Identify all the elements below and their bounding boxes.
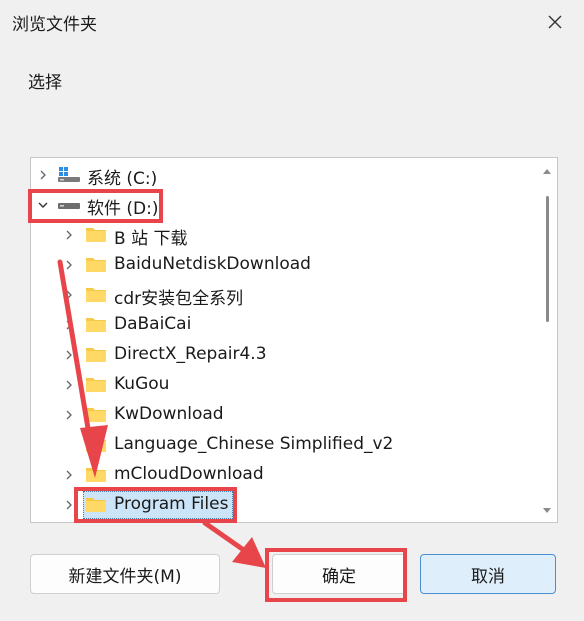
ok-label: 确定	[322, 566, 356, 587]
folder-icon	[86, 258, 106, 272]
chevron-right-icon[interactable]	[61, 497, 77, 513]
scroll-up-icon[interactable]	[543, 168, 551, 176]
folder-icon	[86, 288, 106, 302]
chevron-right-icon[interactable]	[61, 317, 77, 333]
cancel-button[interactable]: 取消	[420, 554, 556, 594]
tree-item-label: DaBaiCai	[114, 314, 192, 334]
new-folder-label: 新建文件夹(M)	[68, 566, 182, 587]
folder-icon	[86, 438, 106, 452]
tree-item-folder[interactable]: KuGou	[31, 370, 531, 400]
tree-item-folder-selected[interactable]: Program Files	[31, 490, 531, 520]
tree-item-label: KwDownload	[114, 404, 224, 424]
annotation-arrow-head	[232, 537, 266, 568]
tree-item-folder[interactable]: DaBaiCai	[31, 310, 531, 340]
folder-icon	[86, 408, 106, 422]
chevron-right-icon[interactable]	[61, 257, 77, 273]
tree-item-label: 系统 (C:)	[87, 169, 158, 189]
new-folder-button[interactable]: 新建文件夹(M)	[30, 554, 220, 594]
cancel-label: 取消	[471, 566, 505, 587]
ok-button[interactable]: 确定	[272, 554, 406, 594]
folder-icon	[86, 348, 106, 362]
chevron-right-icon[interactable]	[61, 467, 77, 483]
chevron-right-icon[interactable]	[61, 377, 77, 393]
folder-icon	[86, 498, 106, 512]
folder-icon	[86, 318, 106, 332]
folder-icon	[86, 378, 106, 392]
scroll-down-icon[interactable]	[543, 506, 551, 514]
tree-item-system-c[interactable]: 系统 (C:)	[31, 160, 531, 190]
chevron-right-icon[interactable]	[61, 407, 77, 423]
chevron-right-icon[interactable]	[61, 287, 77, 303]
tree-item-label: Program Files	[114, 494, 229, 514]
close-icon	[548, 15, 562, 29]
tree-item-folder[interactable]: cdr安装包全系列	[31, 280, 531, 310]
tree-item-label: 软件 (D:)	[87, 199, 159, 219]
tree-item-folder[interactable]: BaiduNetdiskDownload	[31, 250, 531, 280]
folder-icon	[86, 468, 106, 482]
system-drive-icon	[58, 167, 80, 182]
vertical-scrollbar[interactable]	[537, 158, 557, 522]
scrollbar-thumb[interactable]	[546, 196, 549, 322]
folder-icon	[86, 228, 106, 242]
tree-item-label: DirectX_Repair4.3	[114, 344, 267, 364]
tree-item-software-d[interactable]: 软件 (D:)	[31, 190, 531, 220]
tree-item-label: mCloudDownload	[114, 464, 264, 484]
chevron-right-icon[interactable]	[35, 167, 51, 183]
dialog-title: 浏览文件夹	[12, 15, 97, 35]
tree-item-folder[interactable]: Language_Chinese Simplified_v2	[31, 430, 531, 460]
prompt-label: 选择	[28, 73, 62, 93]
browse-folder-dialog: 浏览文件夹 选择 系统 (C:) 软件 (D:) B 站 下载 BaiduNet…	[0, 0, 584, 621]
close-button[interactable]	[526, 0, 584, 44]
tree-item-folder[interactable]: mCloudDownload	[31, 460, 531, 490]
tree-item-label: BaiduNetdiskDownload	[114, 254, 311, 274]
title-bar: 浏览文件夹	[0, 0, 584, 44]
tree-item-folder[interactable]: KwDownload	[31, 400, 531, 430]
tree-item-label: cdr安装包全系列	[114, 289, 244, 309]
tree-item-label: Language_Chinese Simplified_v2	[114, 434, 394, 454]
chevron-down-icon[interactable]	[35, 197, 51, 213]
annotation-arrow-line	[202, 520, 251, 556]
chevron-right-icon[interactable]	[61, 347, 77, 363]
tree-item-folder[interactable]: DirectX_Repair4.3	[31, 340, 531, 370]
drive-icon	[58, 203, 80, 209]
tree-item-label: KuGou	[114, 374, 170, 394]
folder-tree[interactable]: 系统 (C:) 软件 (D:) B 站 下载 BaiduNetdiskDownl…	[30, 157, 558, 523]
tree-item-folder[interactable]: B 站 下载	[31, 220, 531, 250]
tree-item-label: B 站 下载	[114, 229, 188, 249]
chevron-right-icon[interactable]	[61, 227, 77, 243]
